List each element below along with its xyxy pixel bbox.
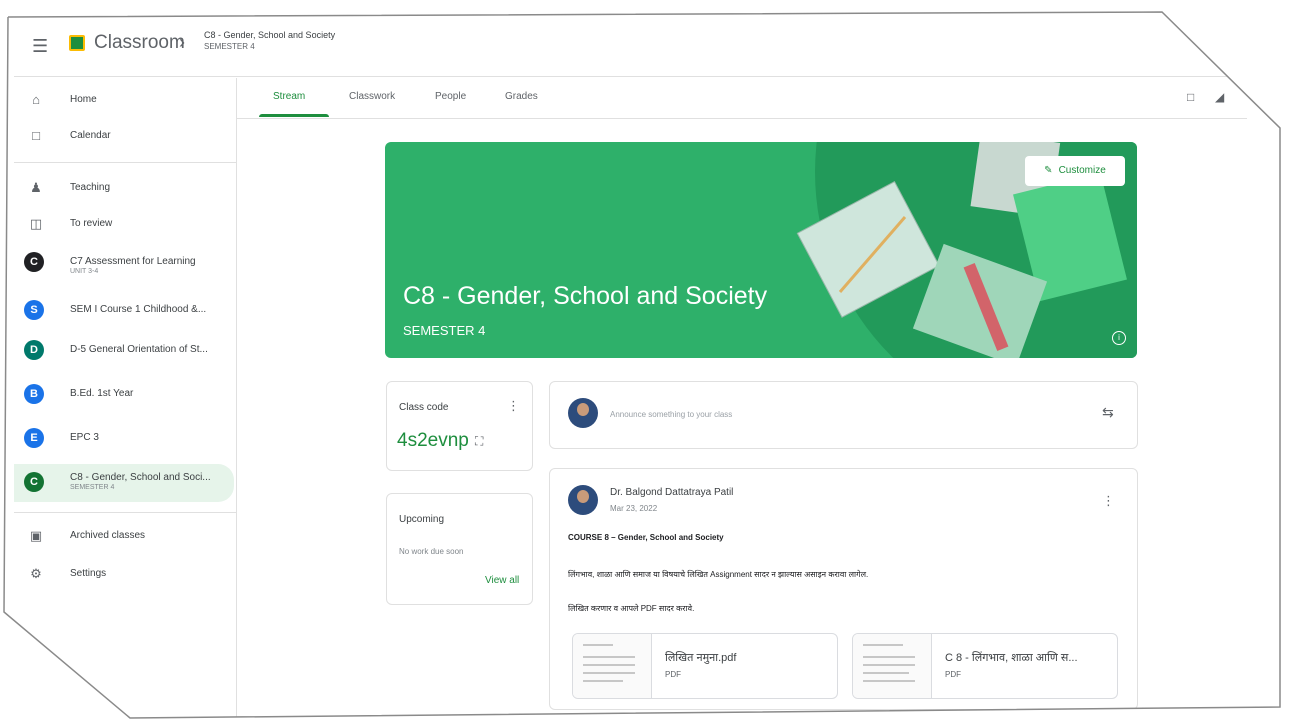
divider <box>14 162 236 163</box>
pencil-icon: ✎ <box>1044 165 1053 176</box>
class-avatar: S <box>24 300 44 320</box>
post-text-line: COURSE 8 – Gender, School and Society <box>568 533 724 542</box>
upcoming-card: Upcoming No work due soon View all <box>386 493 533 605</box>
sidebar-item-teaching[interactable]: ♟ Teaching <box>14 174 234 204</box>
chevron-right-icon: › <box>179 32 185 52</box>
sidebar-item-to-review[interactable]: ◫ To review <box>14 210 234 240</box>
sidebar-item-label: Calendar <box>70 130 111 141</box>
sidebar-item-label: Settings <box>70 568 107 579</box>
divider <box>14 512 236 513</box>
sidebar-item-label: C8 - Gender, School and Soci... <box>70 472 211 483</box>
banner-title: C8 - Gender, School and Society <box>403 282 768 310</box>
class-avatar: D <box>24 340 44 360</box>
sidebar: ⌂ Home □ Calendar ♟ Teaching ◫ To review… <box>14 78 237 718</box>
classroom-logo[interactable] <box>69 35 85 51</box>
sidebar-item-label: To review <box>70 218 113 229</box>
upcoming-label: Upcoming <box>399 514 445 525</box>
stream-post: Dr. Balgond Dattatraya Patil Mar 23, 202… <box>549 468 1138 710</box>
attachment-thumbnail <box>853 634 932 698</box>
author-avatar <box>568 485 598 515</box>
tab-classwork[interactable]: Classwork <box>349 91 395 102</box>
calendar-icon: □ <box>32 128 40 143</box>
attachment-card[interactable]: C 8 - लिंगभाव, शाळा आणि स... PDF <box>852 633 1118 699</box>
sidebar-class-c7[interactable]: C C7 Assessment for Learning UNIT 3-4 <box>14 248 234 278</box>
customize-label: Customize <box>1058 165 1106 176</box>
user-avatar <box>568 398 598 428</box>
fullscreen-icon[interactable]: ⛶ <box>475 434 483 449</box>
info-icon[interactable]: i <box>1112 331 1126 345</box>
post-date: Mar 23, 2022 <box>610 504 658 513</box>
attachment-type: PDF <box>945 670 961 679</box>
sidebar-item-subtitle: SEMESTER 4 <box>70 484 115 491</box>
upcoming-text: No work due soon <box>399 547 464 556</box>
breadcrumb-class-subtitle: SEMESTER 4 <box>204 42 255 51</box>
class-code-card: Class code ⋮ 4s2evnp ⛶ <box>386 381 533 471</box>
class-avatar: C <box>24 472 44 492</box>
sidebar-item-label: Teaching <box>70 182 111 193</box>
sidebar-item-subtitle: UNIT 3-4 <box>70 268 99 275</box>
app-title[interactable]: Classroom <box>94 32 185 54</box>
more-vert-icon[interactable]: ⋮ <box>1102 493 1115 509</box>
tab-stream[interactable]: Stream <box>273 91 305 102</box>
sidebar-item-label: EPC 3 <box>70 432 99 443</box>
sidebar-item-home[interactable]: ⌂ Home <box>14 86 234 116</box>
attachment-type: PDF <box>665 670 681 679</box>
tab-bar: Stream Classwork People Grades □ ◢ <box>237 76 1247 119</box>
settings-icon: ⚙ <box>30 566 42 581</box>
sidebar-class-epc3[interactable]: E EPC 3 <box>14 424 234 454</box>
class-banner: ✎ Customize C8 - Gender, School and Socie… <box>385 142 1137 358</box>
post-text-line: लिंगभाव, शाळा आणि समाज या विषयाचे लिखित … <box>568 570 869 579</box>
tab-grades[interactable]: Grades <box>505 91 538 102</box>
tab-stream-indicator <box>259 114 329 117</box>
sidebar-item-archived[interactable]: ▣ Archived classes <box>14 522 234 552</box>
drive-icon[interactable]: ◢ <box>1215 90 1224 104</box>
sidebar-class-d5[interactable]: D D-5 General Orientation of St... <box>14 336 234 366</box>
post-author: Dr. Balgond Dattatraya Patil <box>610 487 734 498</box>
attachment-name: लिखित नमुना.pdf <box>665 652 737 664</box>
breadcrumb-class-title[interactable]: C8 - Gender, School and Society <box>204 30 335 40</box>
banner-subtitle: SEMESTER 4 <box>403 323 486 338</box>
class-avatar: E <box>24 428 44 448</box>
home-icon: ⌂ <box>32 92 40 107</box>
sidebar-class-sem1[interactable]: S SEM I Course 1 Childhood &... <box>14 296 234 326</box>
attachment-thumbnail <box>573 634 652 698</box>
sidebar-item-label: D-5 General Orientation of St... <box>70 344 208 355</box>
sidebar-item-label: SEM I Course 1 Childhood &... <box>70 304 207 315</box>
archive-icon: ▣ <box>29 528 43 543</box>
class-code-label: Class code <box>399 402 449 413</box>
sidebar-item-calendar[interactable]: □ Calendar <box>14 122 234 152</box>
customize-button[interactable]: ✎ Customize <box>1025 156 1125 186</box>
sidebar-item-label: Home <box>70 94 97 105</box>
sidebar-class-c8[interactable]: C C8 - Gender, School and Soci... SEMEST… <box>14 464 234 502</box>
window: ☰ Classroom › C8 - Gender, School and So… <box>3 11 1280 719</box>
sidebar-item-settings[interactable]: ⚙ Settings <box>14 560 234 590</box>
class-code-value: 4s2evnp <box>397 430 469 451</box>
sidebar-item-label: B.Ed. 1st Year <box>70 388 134 399</box>
menu-icon[interactable]: ☰ <box>32 36 48 57</box>
folder-icon: ◫ <box>29 216 43 231</box>
calendar-icon[interactable]: □ <box>1187 90 1194 104</box>
post-text-line: लिखित करणार व आपले PDF सादर करावे. <box>568 604 695 613</box>
sidebar-item-label: C7 Assessment for Learning <box>70 256 196 267</box>
announce-placeholder[interactable]: Announce something to your class <box>610 410 732 419</box>
view-all-link[interactable]: View all <box>485 575 519 586</box>
sidebar-class-bed[interactable]: B B.Ed. 1st Year <box>14 380 234 410</box>
repost-icon[interactable]: ⇆ <box>1102 404 1114 421</box>
sidebar-item-label: Archived classes <box>70 530 146 541</box>
class-avatar: B <box>24 384 44 404</box>
more-vert-icon[interactable]: ⋮ <box>507 398 520 414</box>
people-icon: ♟ <box>30 180 42 195</box>
top-bar: ☰ Classroom › C8 - Gender, School and So… <box>14 18 1254 77</box>
attachment-card[interactable]: लिखित नमुना.pdf PDF <box>572 633 838 699</box>
tab-people[interactable]: People <box>435 91 466 102</box>
attachment-name: C 8 - लिंगभाव, शाळा आणि स... <box>945 652 1078 664</box>
class-avatar: C <box>24 252 44 272</box>
announce-box[interactable]: Announce something to your class ⇆ <box>549 381 1138 449</box>
